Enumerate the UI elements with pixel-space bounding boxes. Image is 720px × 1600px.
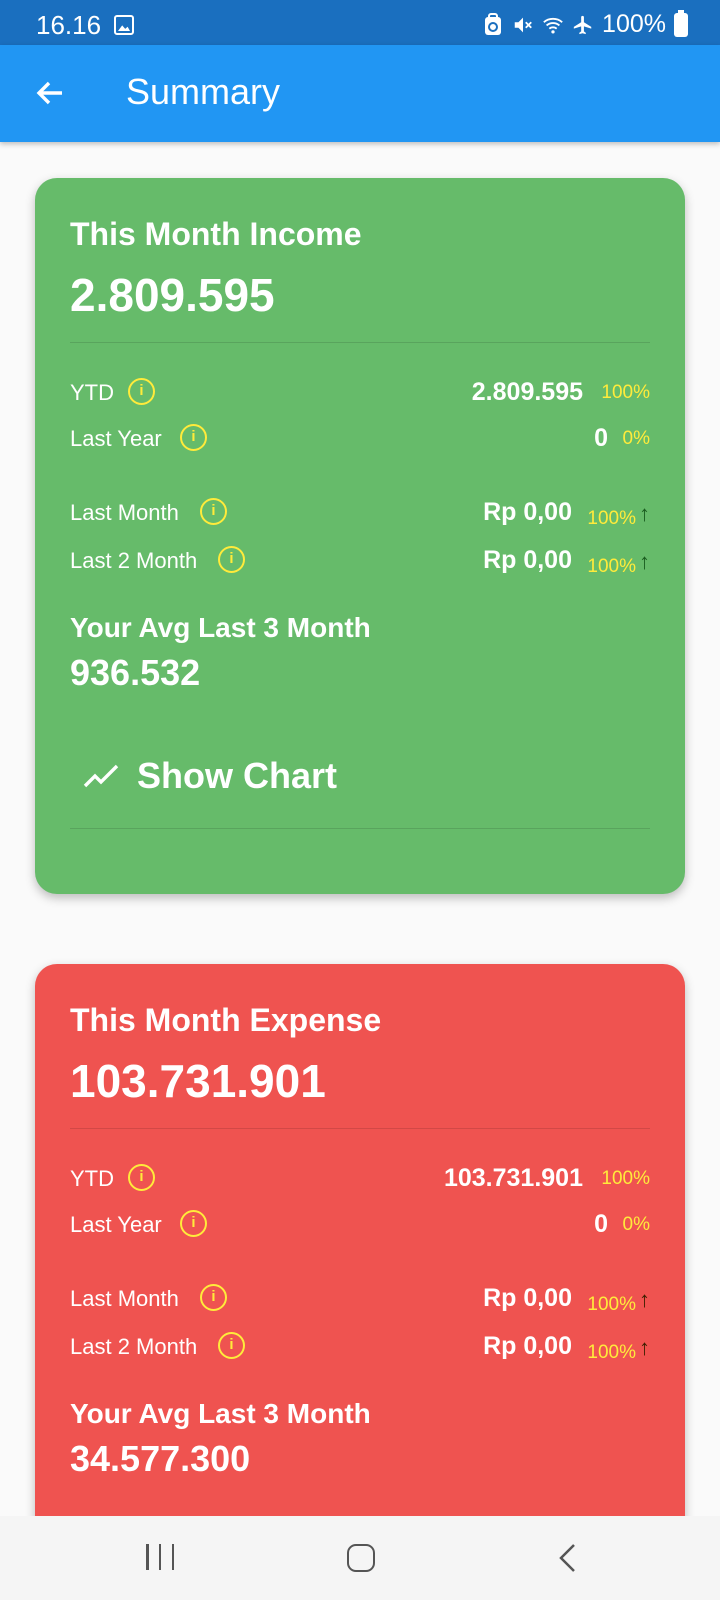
row-percent: 0% bbox=[622, 1214, 650, 1235]
row-label: Last 2 Month bbox=[70, 548, 198, 573]
show-chart-button[interactable]: Show Chart bbox=[83, 746, 337, 806]
row-value: Rp 0,00 bbox=[483, 498, 572, 526]
trend-up-icon: ↑ bbox=[639, 1287, 650, 1312]
home-icon[interactable] bbox=[347, 1544, 375, 1572]
info-icon[interactable]: i bbox=[200, 1284, 227, 1311]
row-label: Last Month bbox=[70, 1286, 179, 1311]
info-icon[interactable]: i bbox=[200, 498, 227, 525]
row-value: 0 bbox=[594, 1210, 608, 1238]
row-percent: 0% bbox=[622, 428, 650, 449]
battery-percent: 100% bbox=[602, 10, 666, 38]
row-percent: 100% bbox=[587, 556, 636, 577]
card-amount: 103.731.901 bbox=[70, 1055, 326, 1107]
income-card: This Month Income 2.809.595 YTD i 2.809.… bbox=[35, 178, 685, 894]
row-value: 0 bbox=[594, 424, 608, 452]
back-button[interactable] bbox=[28, 71, 72, 115]
info-icon[interactable]: i bbox=[218, 1332, 245, 1359]
back-icon[interactable] bbox=[552, 1542, 582, 1574]
row-value: 2.809.595 bbox=[471, 378, 583, 406]
row-value: Rp 0,00 bbox=[483, 1284, 572, 1312]
row-label: Last Year bbox=[70, 426, 162, 451]
card-title: This Month Expense bbox=[70, 1002, 382, 1038]
card-title: This Month Income bbox=[70, 216, 362, 252]
mute-icon bbox=[514, 17, 532, 32]
row-percent: 100% bbox=[601, 1168, 650, 1189]
info-icon[interactable]: i bbox=[128, 378, 155, 405]
ytd-row: YTD i 103.731.901 100% bbox=[70, 1158, 650, 1198]
status-bar: 16.16 100% bbox=[0, 0, 720, 45]
row-value: 103.731.901 bbox=[443, 1164, 583, 1192]
info-icon[interactable]: i bbox=[180, 424, 207, 451]
last-month-row: Last Month i Rp 0,00 100% ↑ bbox=[70, 1278, 650, 1318]
divider bbox=[70, 1128, 650, 1129]
wifi-icon bbox=[543, 17, 563, 34]
row-label: YTD bbox=[70, 1166, 114, 1191]
app-bar: Summary bbox=[0, 45, 720, 142]
last-year-row: Last Year i 0 0% bbox=[70, 1204, 650, 1244]
info-icon[interactable]: i bbox=[128, 1164, 155, 1191]
divider bbox=[70, 828, 650, 829]
ytd-row: YTD i 2.809.595 100% bbox=[70, 372, 650, 412]
system-nav-bar bbox=[0, 1516, 720, 1600]
row-percent: 100% bbox=[587, 508, 636, 529]
last-month-row: Last Month i Rp 0,00 100% ↑ bbox=[70, 492, 650, 532]
last-2-month-row: Last 2 Month i Rp 0,00 100% ↑ bbox=[70, 1326, 650, 1366]
avg-value: 34.577.300 bbox=[70, 1438, 251, 1479]
expense-card: This Month Expense 103.731.901 YTD i 103… bbox=[35, 964, 685, 1600]
last-year-row: Last Year i 0 0% bbox=[70, 418, 650, 458]
nfc-lock-icon bbox=[485, 12, 502, 35]
trend-up-icon: ↑ bbox=[639, 501, 650, 526]
info-icon[interactable]: i bbox=[180, 1210, 207, 1237]
gallery-icon bbox=[114, 15, 134, 35]
avg-label: Your Avg Last 3 Month bbox=[70, 612, 371, 643]
row-percent: 100% bbox=[587, 1342, 636, 1363]
card-amount: 2.809.595 bbox=[70, 269, 275, 321]
last-2-month-row: Last 2 Month i Rp 0,00 100% ↑ bbox=[70, 540, 650, 580]
row-value: Rp 0,00 bbox=[483, 1332, 572, 1360]
row-label: Last Year bbox=[70, 1212, 162, 1237]
battery-icon bbox=[674, 9, 688, 37]
row-label: YTD bbox=[70, 380, 114, 405]
avg-value: 936.532 bbox=[70, 652, 201, 693]
row-percent: 100% bbox=[601, 382, 650, 403]
status-icons: 100% bbox=[482, 9, 688, 39]
row-percent: 100% bbox=[587, 1294, 636, 1315]
info-icon[interactable]: i bbox=[218, 546, 245, 573]
recent-apps-icon[interactable] bbox=[146, 1544, 174, 1572]
row-label: Last Month bbox=[70, 500, 179, 525]
airplane-icon bbox=[573, 15, 592, 34]
arrow-left-icon bbox=[36, 81, 62, 105]
trend-up-icon: ↑ bbox=[639, 549, 650, 574]
trend-up-icon: ↑ bbox=[639, 1335, 650, 1360]
page-title: Summary bbox=[126, 71, 281, 112]
row-value: Rp 0,00 bbox=[483, 546, 572, 574]
trending-chart-icon bbox=[83, 764, 119, 788]
avg-label: Your Avg Last 3 Month bbox=[70, 1398, 371, 1429]
status-time: 16.16 bbox=[36, 10, 102, 40]
row-label: Last 2 Month bbox=[70, 1334, 198, 1359]
divider bbox=[70, 342, 650, 343]
show-chart-label: Show Chart bbox=[137, 755, 338, 796]
